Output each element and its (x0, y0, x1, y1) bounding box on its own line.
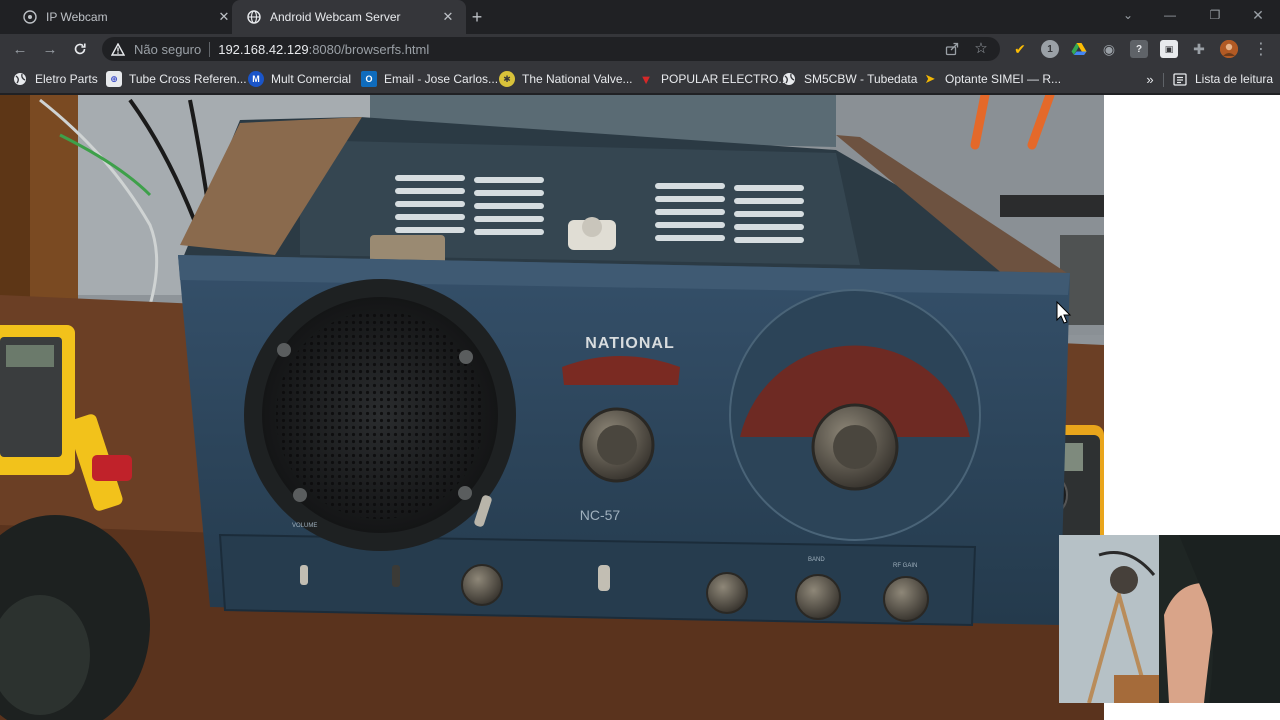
radio-model-text: NC-57 (580, 507, 621, 523)
pip-photo (1059, 535, 1280, 703)
reading-list-button[interactable]: Lista de leitura (1172, 69, 1273, 89)
close-tab-icon[interactable]: ✕ (440, 9, 456, 25)
tube-cross-icon: ⊕ (106, 71, 122, 87)
divider (1163, 73, 1164, 87)
new-tab-button[interactable]: + (466, 6, 488, 28)
close-tab-icon[interactable]: ✕ (216, 9, 232, 25)
bookmark-national-valve[interactable]: ✱ The National Valve... (499, 69, 633, 89)
globe-icon (22, 9, 38, 25)
tab-title: IP Webcam (46, 10, 108, 24)
puzzle-icon[interactable]: ✚ (1190, 40, 1208, 58)
bookmark-sm5cbw[interactable]: SM5CBW - Tubedata (781, 69, 917, 89)
globe-icon (12, 71, 28, 87)
more-bookmarks-icon[interactable]: » (1142, 69, 1158, 89)
restore-icon[interactable]: ❐ (1195, 0, 1235, 30)
radio-photo: NATIONAL NC-57 VOLUME BAND RF GAIN (0, 95, 1104, 720)
address-bar[interactable]: Não seguro 192.168.42.129:8080/browserfs… (102, 37, 1000, 61)
close-window-icon[interactable]: ✕ (1238, 0, 1278, 30)
mult-comercial-icon: M (248, 71, 264, 87)
star-icon[interactable]: ☆ (973, 40, 989, 57)
divider (209, 41, 211, 57)
url-host: 192.168.42.129 (218, 41, 309, 57)
bookmark-eletro-parts[interactable]: Eletro Parts (12, 69, 98, 89)
bookmarks-bar: Eletro Parts ⊕ Tube Cross Referen... M M… (0, 64, 1280, 94)
bookmark-label: The National Valve... (522, 72, 633, 86)
radio-brand-text: NATIONAL (585, 335, 674, 352)
tab-title: Android Webcam Server (270, 10, 401, 24)
bookmark-label: Optante SIMEI — R... (945, 72, 1062, 86)
bookmark-tube-cross[interactable]: ⊕ Tube Cross Referen... (106, 69, 247, 89)
translate-extension-icon[interactable]: ▣ (1160, 40, 1178, 58)
popular-electro-icon: ▼ (639, 71, 653, 87)
extension-circle-icon[interactable]: 1 (1041, 40, 1059, 58)
front-camera-preview[interactable] (1059, 535, 1280, 703)
globe-icon (781, 71, 797, 87)
warning-icon (110, 41, 126, 57)
forward-arrow-icon[interactable]: → (38, 37, 62, 61)
bookmark-popular-electro[interactable]: ▼ POPULAR ELECTRO... (638, 69, 789, 89)
menu-kebab-icon[interactable]: ⋮ (1249, 37, 1273, 61)
reload-icon[interactable] (68, 37, 92, 61)
reading-list-icon (1172, 71, 1188, 87)
url-path: :8080/browserfs.html (308, 41, 430, 57)
simei-icon: ➤ (924, 71, 936, 86)
minimize-icon[interactable]: — (1150, 0, 1190, 30)
github-icon[interactable]: ◉ (1100, 40, 1118, 58)
security-label[interactable]: Não seguro (134, 42, 201, 57)
bookmark-optante-simei[interactable]: ➤ Optante SIMEI — R... (922, 69, 1062, 89)
tab-search-icon[interactable]: ⌄ (1108, 0, 1148, 30)
back-arrow-icon[interactable]: ← (8, 37, 32, 61)
bookmark-label: Eletro Parts (35, 72, 98, 86)
radio-label-band: BAND (808, 557, 825, 563)
page-viewport: NATIONAL NC-57 VOLUME BAND RF GAIN (0, 95, 1280, 720)
bookmark-label: Tube Cross Referen... (129, 72, 247, 86)
bookmark-label: Email - Jose Carlos... (384, 72, 499, 86)
bookmark-mult-comercial[interactable]: M Mult Comercial (248, 69, 351, 89)
avatar[interactable] (1220, 40, 1238, 58)
google-drive-icon[interactable] (1070, 40, 1088, 58)
webcam-stream[interactable]: NATIONAL NC-57 VOLUME BAND RF GAIN (0, 95, 1104, 720)
radio-label-volume: VOLUME (292, 523, 317, 529)
radio-label-rf-gain: RF GAIN (893, 563, 917, 569)
tab-ip-webcam[interactable]: IP Webcam ✕ (8, 0, 242, 34)
norton-icon[interactable]: ✔ (1011, 40, 1029, 58)
tab-android-webcam-server[interactable]: Android Webcam Server ✕ (232, 0, 466, 34)
globe-icon (246, 9, 262, 25)
help-extension-icon[interactable]: ? (1130, 40, 1148, 58)
reading-list-label: Lista de leitura (1195, 72, 1274, 86)
bookmark-email[interactable]: O Email - Jose Carlos... (361, 69, 498, 89)
bookmark-label: POPULAR ELECTRO... (661, 72, 789, 86)
toolbar: ← → Não seguro 192.168.42.129:8080/brows… (0, 34, 1280, 64)
share-icon[interactable] (944, 41, 960, 57)
bookmark-label: SM5CBW - Tubedata (804, 72, 918, 86)
tab-strip: IP Webcam ✕ Android Webcam Server ✕ + ⌄ … (0, 0, 1280, 34)
national-valve-icon: ✱ (499, 71, 515, 87)
outlook-icon: O (361, 71, 377, 87)
bookmark-label: Mult Comercial (271, 72, 352, 86)
